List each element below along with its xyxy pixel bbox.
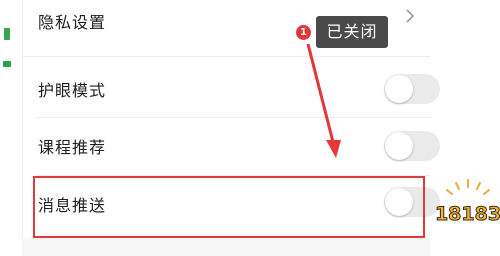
left-edge-green-mark <box>3 61 11 67</box>
left-edge-strip <box>0 0 22 256</box>
course-recommend-toggle[interactable] <box>384 131 440 161</box>
toggle-knob <box>385 132 413 160</box>
divider <box>22 56 430 57</box>
settings-item-course-recommend: 课程推荐 <box>22 118 440 174</box>
status-tooltip: 已关闭 <box>316 16 388 48</box>
bottom-gap <box>22 238 430 256</box>
settings-item-eye-care: 护眼模式 <box>22 61 440 117</box>
step-number-badge: 1 <box>296 25 311 40</box>
highlight-box <box>33 176 425 238</box>
left-edge-green-mark <box>4 28 10 40</box>
chevron-right-icon <box>406 9 415 23</box>
toggle-knob <box>385 75 413 103</box>
eye-care-toggle[interactable] <box>384 74 440 104</box>
site-watermark-logo: 18183 <box>436 179 500 226</box>
settings-item-label: 护眼模式 <box>38 81 107 100</box>
settings-item-label: 隐私设置 <box>38 13 107 32</box>
settings-item-label: 课程推荐 <box>38 138 107 157</box>
svg-text:18183: 18183 <box>436 203 500 225</box>
